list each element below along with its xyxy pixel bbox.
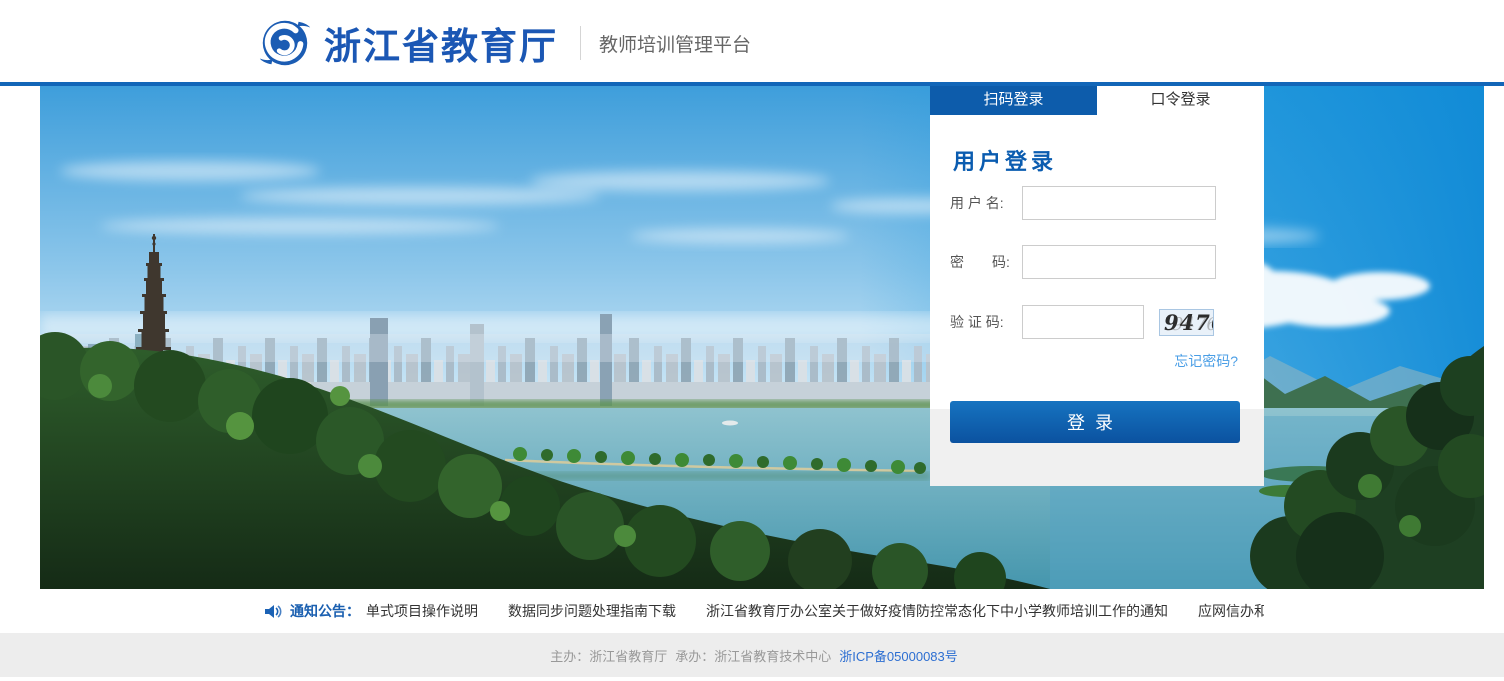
notice-item[interactable]: 应网信办和公安厅的要求，需要升级 — [1198, 601, 1264, 621]
hero-banner: 扫码登录 口令登录 用户登录 用 户 名: 密 码: 验 证 码: 9476 9… — [40, 86, 1484, 589]
login-form: 用户登录 用 户 名: 密 码: 验 证 码: 9476 9476 忘记密码? — [930, 115, 1264, 409]
login-button[interactable]: 登录 — [950, 401, 1240, 443]
password-row: 密 码: — [950, 245, 1216, 279]
footer-organizer: 承办：浙江省教育技术中心 — [675, 646, 831, 665]
platform-subtitle: 教师培训管理平台 — [599, 30, 751, 57]
brand-block: 浙江省教育厅 教师培训管理平台 — [256, 13, 751, 73]
captcha-input[interactable] — [1022, 305, 1144, 339]
speaker-icon — [265, 604, 282, 619]
logo-text: 浙江省教育厅 — [324, 16, 558, 70]
west-lake-scenic-photo — [40, 86, 1484, 589]
username-label: 用 户 名: — [950, 193, 1022, 213]
education-dept-logo-icon — [256, 14, 314, 72]
notice-item[interactable]: 单式项目操作说明 — [366, 601, 478, 621]
notice-bar: 通知公告： 单式项目操作说明 数据同步问题处理指南下载 浙江省教育厅办公室关于做… — [0, 589, 1504, 633]
captcha-row: 验 证 码: 9476 9476 — [950, 305, 1214, 339]
icp-license-link[interactable]: 浙ICP备05000083号 — [839, 646, 958, 665]
forgot-password-link[interactable]: 忘记密码? — [1174, 351, 1238, 371]
page-footer: 主办：浙江省教育厅 承办：浙江省教育技术中心 浙ICP备05000083号 — [0, 633, 1504, 677]
captcha-label: 验 证 码: — [950, 312, 1022, 332]
captcha-digits: 9476 — [1164, 310, 1214, 335]
tab-password-login[interactable]: 口令登录 — [1097, 86, 1264, 115]
notice-label: 通知公告： — [290, 601, 360, 621]
password-label: 密 码: — [950, 252, 1022, 272]
login-tabs: 扫码登录 口令登录 — [930, 86, 1264, 115]
brand-divider — [580, 26, 581, 60]
tab-scan-login[interactable]: 扫码登录 — [930, 86, 1097, 115]
page-header: 浙江省教育厅 教师培训管理平台 — [0, 0, 1504, 86]
login-title: 用户登录 — [953, 144, 1057, 176]
password-input[interactable] — [1022, 245, 1216, 279]
notice-marquee: 通知公告： 单式项目操作说明 数据同步问题处理指南下载 浙江省教育厅办公室关于做… — [240, 589, 1264, 633]
login-panel: 扫码登录 口令登录 用户登录 用 户 名: 密 码: 验 证 码: 9476 9… — [930, 86, 1264, 486]
username-row: 用 户 名: — [950, 186, 1216, 220]
captcha-image[interactable]: 9476 9476 — [1159, 309, 1214, 336]
notice-item[interactable]: 数据同步问题处理指南下载 — [508, 601, 676, 621]
username-input[interactable] — [1022, 186, 1216, 220]
notice-item[interactable]: 浙江省教育厅办公室关于做好疫情防控常态化下中小学教师培训工作的通知 — [706, 601, 1168, 621]
footer-host: 主办：浙江省教育厅 — [550, 646, 667, 665]
